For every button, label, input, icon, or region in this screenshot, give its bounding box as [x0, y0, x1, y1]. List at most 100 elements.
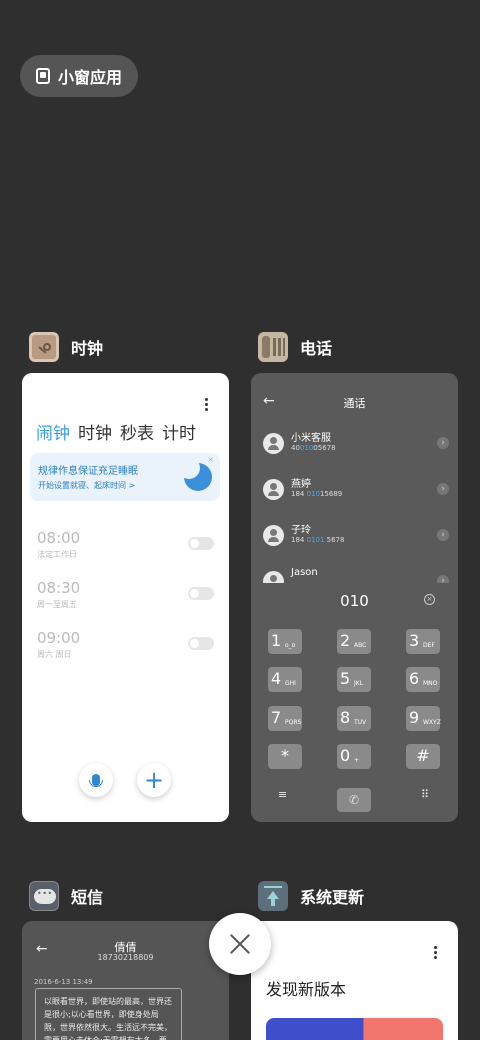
microphone-icon: [89, 774, 103, 787]
dial-key-letters: ABC: [354, 642, 367, 649]
contact-avatar-icon: [263, 571, 284, 583]
dial-key[interactable]: 3 DEF: [406, 629, 440, 654]
contact-row[interactable]: Jason ›: [263, 567, 449, 583]
update-app-card[interactable]: 发现新版本: [251, 921, 458, 1040]
dial-key-letters: JKL: [354, 680, 364, 687]
dial-key-letters: GHI: [285, 680, 296, 687]
update-app-icon: [258, 881, 288, 911]
dial-key-digit: 5: [340, 669, 351, 688]
chevron-right-icon[interactable]: ›: [437, 529, 449, 541]
dial-key-digit: 2: [340, 631, 351, 650]
tip-title: 规律作息保证充足睡眠: [38, 466, 138, 477]
alarm-repeat: 周六 周日: [37, 650, 72, 659]
clear-all-button[interactable]: [209, 913, 271, 975]
chevron-right-icon[interactable]: ›: [437, 575, 449, 583]
dial-key[interactable]: 7 PQRS: [268, 706, 302, 731]
update-banner: [266, 1018, 443, 1040]
mini-apps-label: 小窗应用: [58, 68, 123, 87]
sms-app-card[interactable]: ← 倩倩 18730218809 2016-6-13 13:49 以眼看世界，即…: [22, 921, 229, 1040]
dial-key-letters: TUV: [354, 719, 367, 726]
app-title-clock: 时钟: [71, 339, 104, 358]
phone-title: 通话: [343, 397, 366, 410]
clock-app-icon: [29, 332, 59, 362]
alarm-time: 09:00: [37, 629, 81, 647]
phone-call-icon: ✆: [348, 793, 360, 807]
contact-number: 184 01015689: [291, 490, 343, 498]
alarm-item[interactable]: 08:00 法定工作日: [37, 529, 80, 560]
dial-key-digit: 1: [271, 631, 282, 650]
clock-tabs: 闹钟 时钟 秒表 计时: [36, 419, 196, 444]
clock-app-card[interactable]: 闹钟 时钟 秒表 计时 规律作息保证充足睡眠 开始设置就寝、起床时间 > × 0…: [22, 373, 229, 822]
tab-stopwatch[interactable]: 秒表: [120, 419, 154, 444]
dial-key[interactable]: 1 o_o: [268, 629, 302, 654]
dial-key[interactable]: 4 GHI: [268, 667, 302, 692]
dial-key[interactable]: *: [268, 744, 302, 769]
sleep-tip-banner[interactable]: 规律作息保证充足睡眠 开始设置就寝、起床时间 > ×: [30, 453, 220, 501]
phone-app-card[interactable]: ← 通话 小米客服 4001005678 › 燕婷 184 01015689 ›…: [251, 373, 458, 822]
dial-key-digit: 8: [340, 708, 351, 727]
dial-key[interactable]: 9 WXYZ: [406, 706, 441, 731]
mini-apps-button[interactable]: 小窗应用: [20, 55, 138, 97]
chevron-right-icon[interactable]: ›: [437, 483, 449, 495]
mini-window-icon: [36, 68, 50, 84]
contact-name: 小米客服: [291, 433, 331, 444]
tab-timer[interactable]: 计时: [162, 419, 196, 444]
tip-close-icon[interactable]: ×: [207, 455, 214, 464]
alarm-item[interactable]: 08:30 周一至周五: [37, 579, 80, 610]
contact-name: 子玲: [291, 525, 311, 536]
alarm-toggle[interactable]: [188, 637, 214, 650]
dial-key[interactable]: 2 ABC: [337, 629, 371, 654]
sms-contact-number: 18730218809: [97, 953, 154, 962]
dial-key-digit: 9: [409, 708, 420, 727]
contact-row[interactable]: 子玲 184 0101 5678 ›: [263, 521, 449, 553]
chevron-right-icon[interactable]: ›: [437, 437, 449, 449]
app-header-phone[interactable]: 电话: [258, 332, 332, 362]
alarm-item[interactable]: 09:00 周六 周日: [37, 629, 80, 660]
dial-key-digit: 6: [409, 669, 420, 688]
alarm-toggle[interactable]: [188, 587, 214, 600]
app-header-update[interactable]: 系统更新: [258, 881, 364, 911]
contact-row[interactable]: 小米客服 4001005678 ›: [263, 429, 449, 461]
dial-key-letters: o_o: [285, 642, 296, 649]
alarm-toggle[interactable]: [188, 537, 214, 550]
dial-key-letters: +: [354, 757, 360, 764]
voice-alarm-button[interactable]: [79, 763, 113, 797]
dial-key-digit: *: [281, 746, 289, 765]
close-icon: [229, 933, 251, 955]
dial-key[interactable]: #: [406, 744, 440, 769]
add-alarm-button[interactable]: +: [137, 763, 171, 797]
sms-date: 2016-6-13 13:49: [34, 978, 93, 986]
dial-key-letters: PQRS: [285, 719, 302, 726]
contact-avatar-icon: [263, 525, 284, 546]
tab-clock[interactable]: 时钟: [78, 419, 112, 444]
contact-row[interactable]: 燕婷 184 01015689 ›: [263, 475, 449, 507]
dial-key[interactable]: 5 JKL: [337, 667, 371, 692]
dial-key-digit: 7: [271, 708, 282, 727]
contact-name: 燕婷: [291, 479, 311, 490]
app-title-update: 系统更新: [300, 888, 365, 907]
more-options-icon[interactable]: [434, 946, 438, 961]
dial-key[interactable]: 8 TUV: [337, 706, 371, 731]
contact-avatar-icon: [263, 433, 284, 454]
app-header-sms[interactable]: 短信: [29, 881, 103, 911]
dial-key-digit: 3: [409, 631, 420, 650]
sms-message-bubble: 以眼看世界，即使站的最高，世界还是很小;以心看世界，即使身处局限，世界依然很大。…: [35, 988, 182, 1040]
more-options-icon[interactable]: [205, 398, 209, 413]
dialpad-icon[interactable]: ⠿: [421, 788, 429, 801]
menu-icon[interactable]: ≡: [278, 788, 287, 801]
contact-name: Jason: [291, 567, 318, 578]
dial-key[interactable]: 6 MNO: [406, 667, 440, 692]
dial-key-letters: MNO: [423, 680, 438, 687]
dial-key[interactable]: 0 +: [337, 744, 371, 769]
app-header-clock[interactable]: 时钟: [29, 332, 103, 362]
tab-alarm[interactable]: 闹钟: [36, 419, 70, 444]
delete-digit-icon[interactable]: ×: [424, 594, 435, 605]
dial-key-letters: WXYZ: [423, 719, 441, 726]
dial-key-digit: 4: [271, 669, 282, 688]
plus-icon: +: [143, 766, 165, 794]
dial-key-digit: 0: [340, 746, 351, 765]
update-title: 发现新版本: [266, 980, 347, 999]
sms-app-icon: [29, 881, 59, 911]
contact-avatar-icon: [263, 479, 284, 500]
call-button[interactable]: ✆: [337, 788, 371, 812]
